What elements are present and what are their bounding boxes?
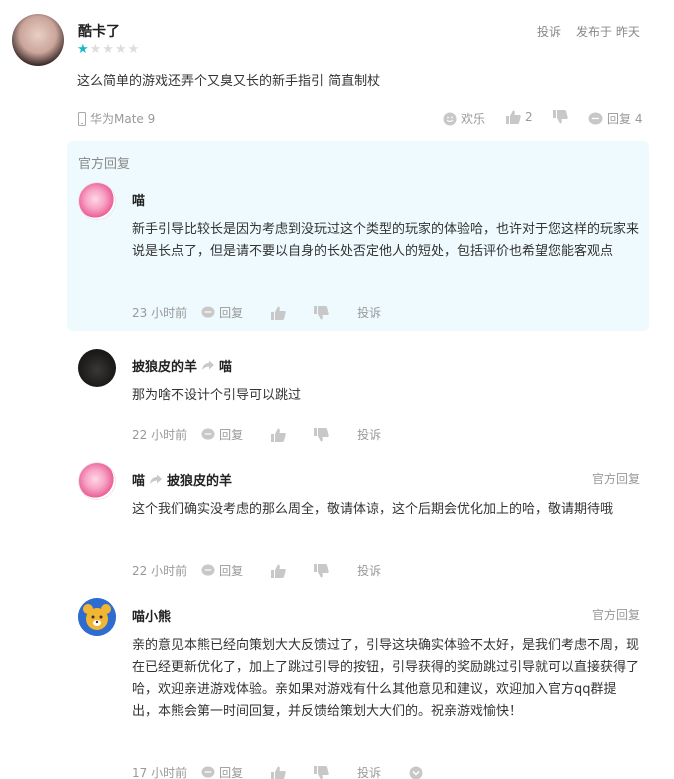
reply-time: 22 小时前: [132, 428, 188, 442]
thumbs-down-icon[interactable]: [314, 305, 329, 320]
star-filled-icon: ★: [77, 42, 90, 57]
official-avatar[interactable]: [78, 182, 116, 220]
reply-reply-button[interactable]: 回复: [201, 764, 243, 779]
reply-author[interactable]: 喵小熊: [132, 606, 171, 625]
like-button[interactable]: 2: [506, 110, 533, 124]
thumbs-up-icon[interactable]: [271, 428, 286, 442]
reply-to-name: 喵: [219, 360, 233, 375]
reply-label: 回复: [219, 564, 244, 578]
bear-icon: [78, 598, 116, 636]
review-username[interactable]: 酷卡了: [78, 21, 120, 41]
official-time: 23 小时前: [132, 306, 188, 320]
reply-label: 回复: [219, 428, 244, 442]
thumbs-down-icon: [553, 110, 568, 124]
chevron-down-icon[interactable]: [409, 766, 423, 779]
official-author-name: 喵: [132, 194, 146, 209]
reply-author[interactable]: 喵 披狼皮的羊: [132, 470, 232, 489]
comment-icon: [201, 564, 215, 576]
comment-icon: [201, 766, 215, 778]
reply-author-name: 喵: [132, 474, 146, 489]
reply-report-button[interactable]: 投诉: [357, 764, 381, 779]
reply-time: 22 小时前: [132, 564, 188, 578]
official-report-button[interactable]: 投诉: [357, 304, 381, 321]
reply-arrow-icon: [150, 474, 163, 484]
dislike-button[interactable]: [553, 110, 568, 124]
report-button[interactable]: 投诉: [537, 23, 561, 40]
reply-avatar[interactable]: [78, 349, 116, 387]
reply-body: 亲的意见本熊已经向策划大大反馈过了，引导这块确实体验不太好，是我们考虑不周，现在…: [132, 638, 640, 719]
reply-avatar[interactable]: [78, 462, 116, 500]
thumbs-up-icon[interactable]: [271, 306, 286, 320]
reply-report-button[interactable]: 投诉: [357, 562, 381, 579]
reply-actions: 22 小时前 回复 投诉: [132, 562, 381, 579]
star-empty-icon: ★★★★: [89, 42, 141, 57]
thumbs-up-icon[interactable]: [271, 564, 286, 578]
reply-label: 回复: [219, 766, 244, 779]
happy-label: 欢乐: [461, 112, 486, 126]
happy-button[interactable]: 欢乐: [443, 110, 485, 127]
reply-report-button[interactable]: 投诉: [357, 426, 381, 443]
reply-reply-button[interactable]: 回复: [201, 426, 243, 443]
reply-author-name: 披狼皮的羊: [132, 360, 198, 375]
thumbs-up-icon: [506, 110, 521, 124]
official-author[interactable]: 喵: [132, 190, 145, 209]
official-reply-label: 官方回复: [78, 157, 131, 172]
reply-author[interactable]: 披狼皮的羊 喵: [132, 356, 232, 375]
reply-avatar[interactable]: [78, 598, 116, 636]
rating-stars: ★★★★★: [77, 42, 140, 57]
reply-body: 这个我们确实没考虑的那么周全，敬请体谅，这个后期会优化加上的哈，敬请期待哦: [132, 502, 614, 517]
reply-reply-button[interactable]: 回复: [201, 562, 243, 579]
reply-to-name: 披狼皮的羊: [167, 474, 233, 489]
comment-icon: [588, 112, 603, 124]
posted-time: 发布于 昨天: [576, 25, 640, 39]
comment-icon: [201, 306, 215, 318]
thumbs-up-icon[interactable]: [271, 766, 286, 779]
reply-label: 回复: [219, 306, 244, 320]
reply-time: 17 小时前: [132, 766, 188, 779]
reply-button[interactable]: 回复 4: [588, 110, 642, 127]
review-body: 这么简单的游戏还弄个又臭又长的新手指引 简直制杖: [77, 74, 381, 89]
reply-actions: 17 小时前 回复 投诉: [132, 764, 423, 779]
official-reply-body: 新手引导比较长是因为考虑到没玩过这个类型的玩家的体验哈，也许对于您这样的玩家来说…: [132, 222, 640, 259]
thumbs-down-icon[interactable]: [314, 427, 329, 442]
reply-arrow-icon: [202, 360, 215, 370]
device-label: 华为Mate 9: [90, 112, 156, 126]
reply-body: 那为啥不设计个引导可以跳过: [132, 388, 302, 403]
official-tag: 官方回复: [592, 608, 641, 622]
official-tag: 官方回复: [592, 472, 641, 486]
reply-count-label: 回复 4: [607, 112, 643, 126]
official-actions: 23 小时前 回复 投诉: [132, 304, 381, 321]
reply-author-name: 喵小熊: [132, 610, 172, 625]
smile-icon: [443, 112, 457, 125]
user-avatar[interactable]: [12, 14, 64, 66]
comment-icon: [201, 428, 215, 440]
device-info: 华为Mate 9: [78, 110, 155, 127]
like-count: 2: [525, 110, 533, 124]
phone-icon: [78, 111, 86, 126]
reply-actions: 22 小时前 回复 投诉: [132, 426, 381, 443]
official-reply-button[interactable]: 回复: [201, 304, 243, 321]
thumbs-down-icon[interactable]: [314, 765, 329, 779]
thumbs-down-icon[interactable]: [314, 563, 329, 578]
